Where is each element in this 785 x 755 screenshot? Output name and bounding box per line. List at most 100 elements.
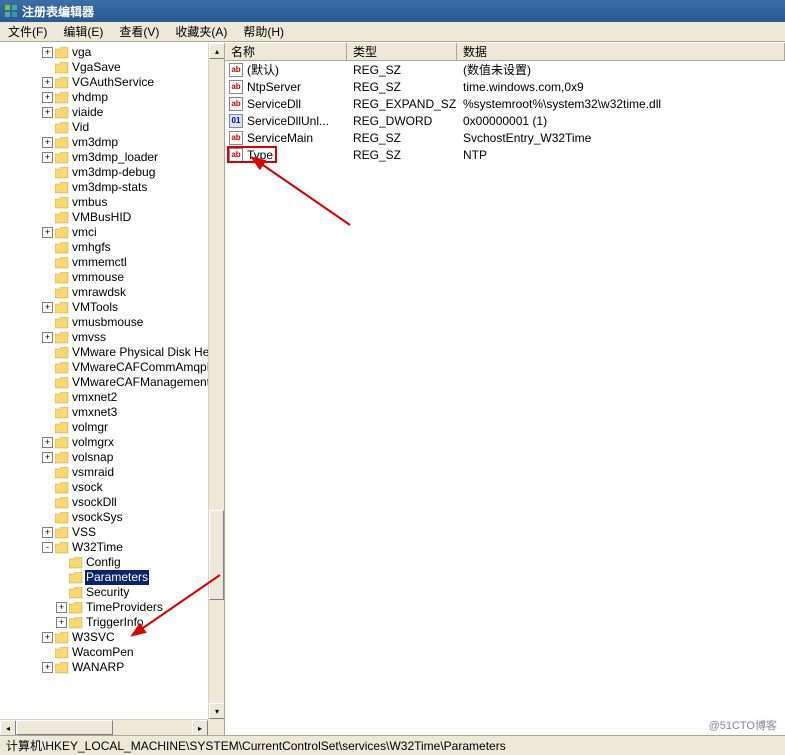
tree-node-label[interactable]: W32Time — [71, 540, 124, 555]
tree-node[interactable]: vmrawdsk — [0, 285, 224, 300]
tree-node[interactable]: +VGAuthService — [0, 75, 224, 90]
tree-node-label[interactable]: vmmemctl — [71, 255, 128, 270]
column-header-type[interactable]: 类型 — [347, 43, 457, 60]
tree-node[interactable]: + vga — [0, 45, 224, 60]
tree-node-label[interactable]: volsnap — [71, 450, 114, 465]
value-row[interactable]: abTypeREG_SZNTP — [225, 146, 785, 163]
tree-node[interactable]: vsockSys — [0, 510, 224, 525]
tree-node[interactable]: vsock — [0, 480, 224, 495]
tree-node[interactable]: - W32Time — [0, 540, 224, 555]
tree-node-label[interactable]: vmxnet2 — [71, 390, 118, 405]
value-row[interactable]: 01ServiceDllUnl...REG_DWORD0x00000001 (1… — [225, 112, 785, 129]
tree-node[interactable]: +TimeProviders — [0, 600, 224, 615]
scroll-thumb-h[interactable] — [16, 720, 113, 735]
scroll-right-button[interactable]: ▸ — [192, 720, 208, 735]
tree-node-label[interactable]: VMwareCAFManagementAgent — [71, 375, 224, 390]
tree-node[interactable]: + volmgrx — [0, 435, 224, 450]
tree-node-label[interactable]: Vid — [71, 120, 90, 135]
menu-favorites[interactable]: 收藏夹(A) — [171, 21, 231, 42]
tree-node-label[interactable]: vhdmp — [71, 90, 109, 105]
tree-node-label[interactable]: vm3dmp-debug — [71, 165, 156, 180]
expand-icon[interactable]: + — [56, 602, 67, 613]
tree-node-label[interactable]: vm3dmp_loader — [71, 150, 159, 165]
scroll-left-button[interactable]: ◂ — [0, 720, 16, 735]
tree-scrollbar-horizontal[interactable]: ◂ ▸ — [0, 719, 208, 735]
tree-node-label[interactable]: vga — [71, 45, 92, 60]
tree-node-label[interactable]: vm3dmp — [71, 135, 119, 150]
tree-node[interactable]: +viaide — [0, 105, 224, 120]
tree-node-label[interactable]: vmbus — [71, 195, 108, 210]
tree-node-label[interactable]: vmmouse — [71, 270, 125, 285]
tree-node[interactable]: +vmvss — [0, 330, 224, 345]
tree-node-label[interactable]: WacomPen — [71, 645, 135, 660]
tree-node-label[interactable]: Config — [85, 555, 122, 570]
value-row[interactable]: abServiceMainREG_SZSvchostEntry_W32Time — [225, 129, 785, 146]
tree-scrollbar-vertical[interactable]: ▴ ▾ — [208, 43, 224, 719]
tree-node[interactable]: + W3SVC — [0, 630, 224, 645]
tree-node-label[interactable]: WANARP — [71, 660, 125, 675]
expand-icon[interactable]: + — [42, 77, 53, 88]
tree-node-label[interactable]: vsock — [71, 480, 104, 495]
tree-node[interactable]: vmxnet2 — [0, 390, 224, 405]
tree-node-label[interactable]: vmxnet3 — [71, 405, 118, 420]
tree-node[interactable]: vmhgfs — [0, 240, 224, 255]
tree-node-label[interactable]: VSS — [71, 525, 97, 540]
tree-node[interactable]: Parameters — [0, 570, 224, 585]
tree-node[interactable]: VMBusHID — [0, 210, 224, 225]
tree-node-label[interactable]: VgaSave — [71, 60, 122, 75]
tree-node-label[interactable]: volmgrx — [71, 435, 115, 450]
tree-node-label[interactable]: TriggerInfo — [85, 615, 145, 630]
registry-tree[interactable]: +vgaVgaSave+VGAuthService+vhdmp+viaideVi… — [0, 43, 224, 677]
tree-node[interactable]: +vm3dmp_loader — [0, 150, 224, 165]
tree-node-label[interactable]: vmhgfs — [71, 240, 112, 255]
scroll-thumb[interactable] — [209, 510, 224, 600]
tree-node[interactable]: vmbus — [0, 195, 224, 210]
collapse-icon[interactable]: - — [42, 542, 53, 553]
tree-node[interactable]: + vhdmp — [0, 90, 224, 105]
expand-icon[interactable]: + — [42, 437, 53, 448]
menu-view[interactable]: 查看(V) — [115, 21, 163, 42]
tree-node[interactable]: vmxnet3 — [0, 405, 224, 420]
tree-node-label[interactable]: W3SVC — [71, 630, 116, 645]
tree-node[interactable]: vmusbmouse — [0, 315, 224, 330]
tree-node-label[interactable]: VMBusHID — [71, 210, 132, 225]
tree-node-label[interactable]: vm3dmp-stats — [71, 180, 148, 195]
tree-node[interactable]: Config — [0, 555, 224, 570]
tree-node[interactable]: +volsnap — [0, 450, 224, 465]
expand-icon[interactable]: + — [42, 107, 53, 118]
tree-node[interactable]: volmgr — [0, 420, 224, 435]
expand-icon[interactable]: + — [42, 227, 53, 238]
menu-help[interactable]: 帮助(H) — [239, 21, 288, 42]
column-header-name[interactable]: 名称 — [225, 43, 347, 60]
tree-node-label[interactable]: VMware Physical Disk Hel — [71, 345, 213, 360]
tree-node[interactable]: +TriggerInfo — [0, 615, 224, 630]
tree-node[interactable]: + VSS — [0, 525, 224, 540]
tree-node-label[interactable]: vmusbmouse — [71, 315, 144, 330]
menu-edit[interactable]: 编辑(E) — [59, 21, 107, 42]
expand-icon[interactable]: + — [42, 527, 53, 538]
tree-node-label[interactable]: Security — [85, 585, 130, 600]
tree-node[interactable]: WacomPen — [0, 645, 224, 660]
menu-file[interactable]: 文件(F) — [4, 21, 51, 42]
expand-icon[interactable]: + — [42, 47, 53, 58]
tree-node-label[interactable]: VMTools — [71, 300, 119, 315]
expand-icon[interactable]: + — [42, 632, 53, 643]
value-row[interactable]: abNtpServerREG_SZtime.windows.com,0x9 — [225, 78, 785, 95]
expand-icon[interactable]: + — [42, 137, 53, 148]
tree-node[interactable]: +VMTools — [0, 300, 224, 315]
scroll-up-button[interactable]: ▴ — [209, 43, 225, 59]
tree-node-label[interactable]: VMwareCAFCommAmqpListene — [71, 360, 224, 375]
value-row[interactable]: abServiceDllREG_EXPAND_SZ%systemroot%\sy… — [225, 95, 785, 112]
tree-node-label[interactable]: vmrawdsk — [71, 285, 127, 300]
tree-node[interactable]: vsmraid — [0, 465, 224, 480]
tree-node[interactable]: vm3dmp-stats — [0, 180, 224, 195]
tree-node[interactable]: + vmci — [0, 225, 224, 240]
value-row[interactable]: ab(默认)REG_SZ(数值未设置) — [225, 61, 785, 78]
column-header-data[interactable]: 数据 — [457, 43, 785, 60]
expand-icon[interactable]: + — [42, 332, 53, 343]
tree-node-label[interactable]: volmgr — [71, 420, 109, 435]
expand-icon[interactable]: + — [42, 92, 53, 103]
tree-node[interactable]: VMwareCAFCommAmqpListene — [0, 360, 224, 375]
tree-node-label[interactable]: Parameters — [85, 570, 149, 585]
tree-node-label[interactable]: vmci — [71, 225, 98, 240]
